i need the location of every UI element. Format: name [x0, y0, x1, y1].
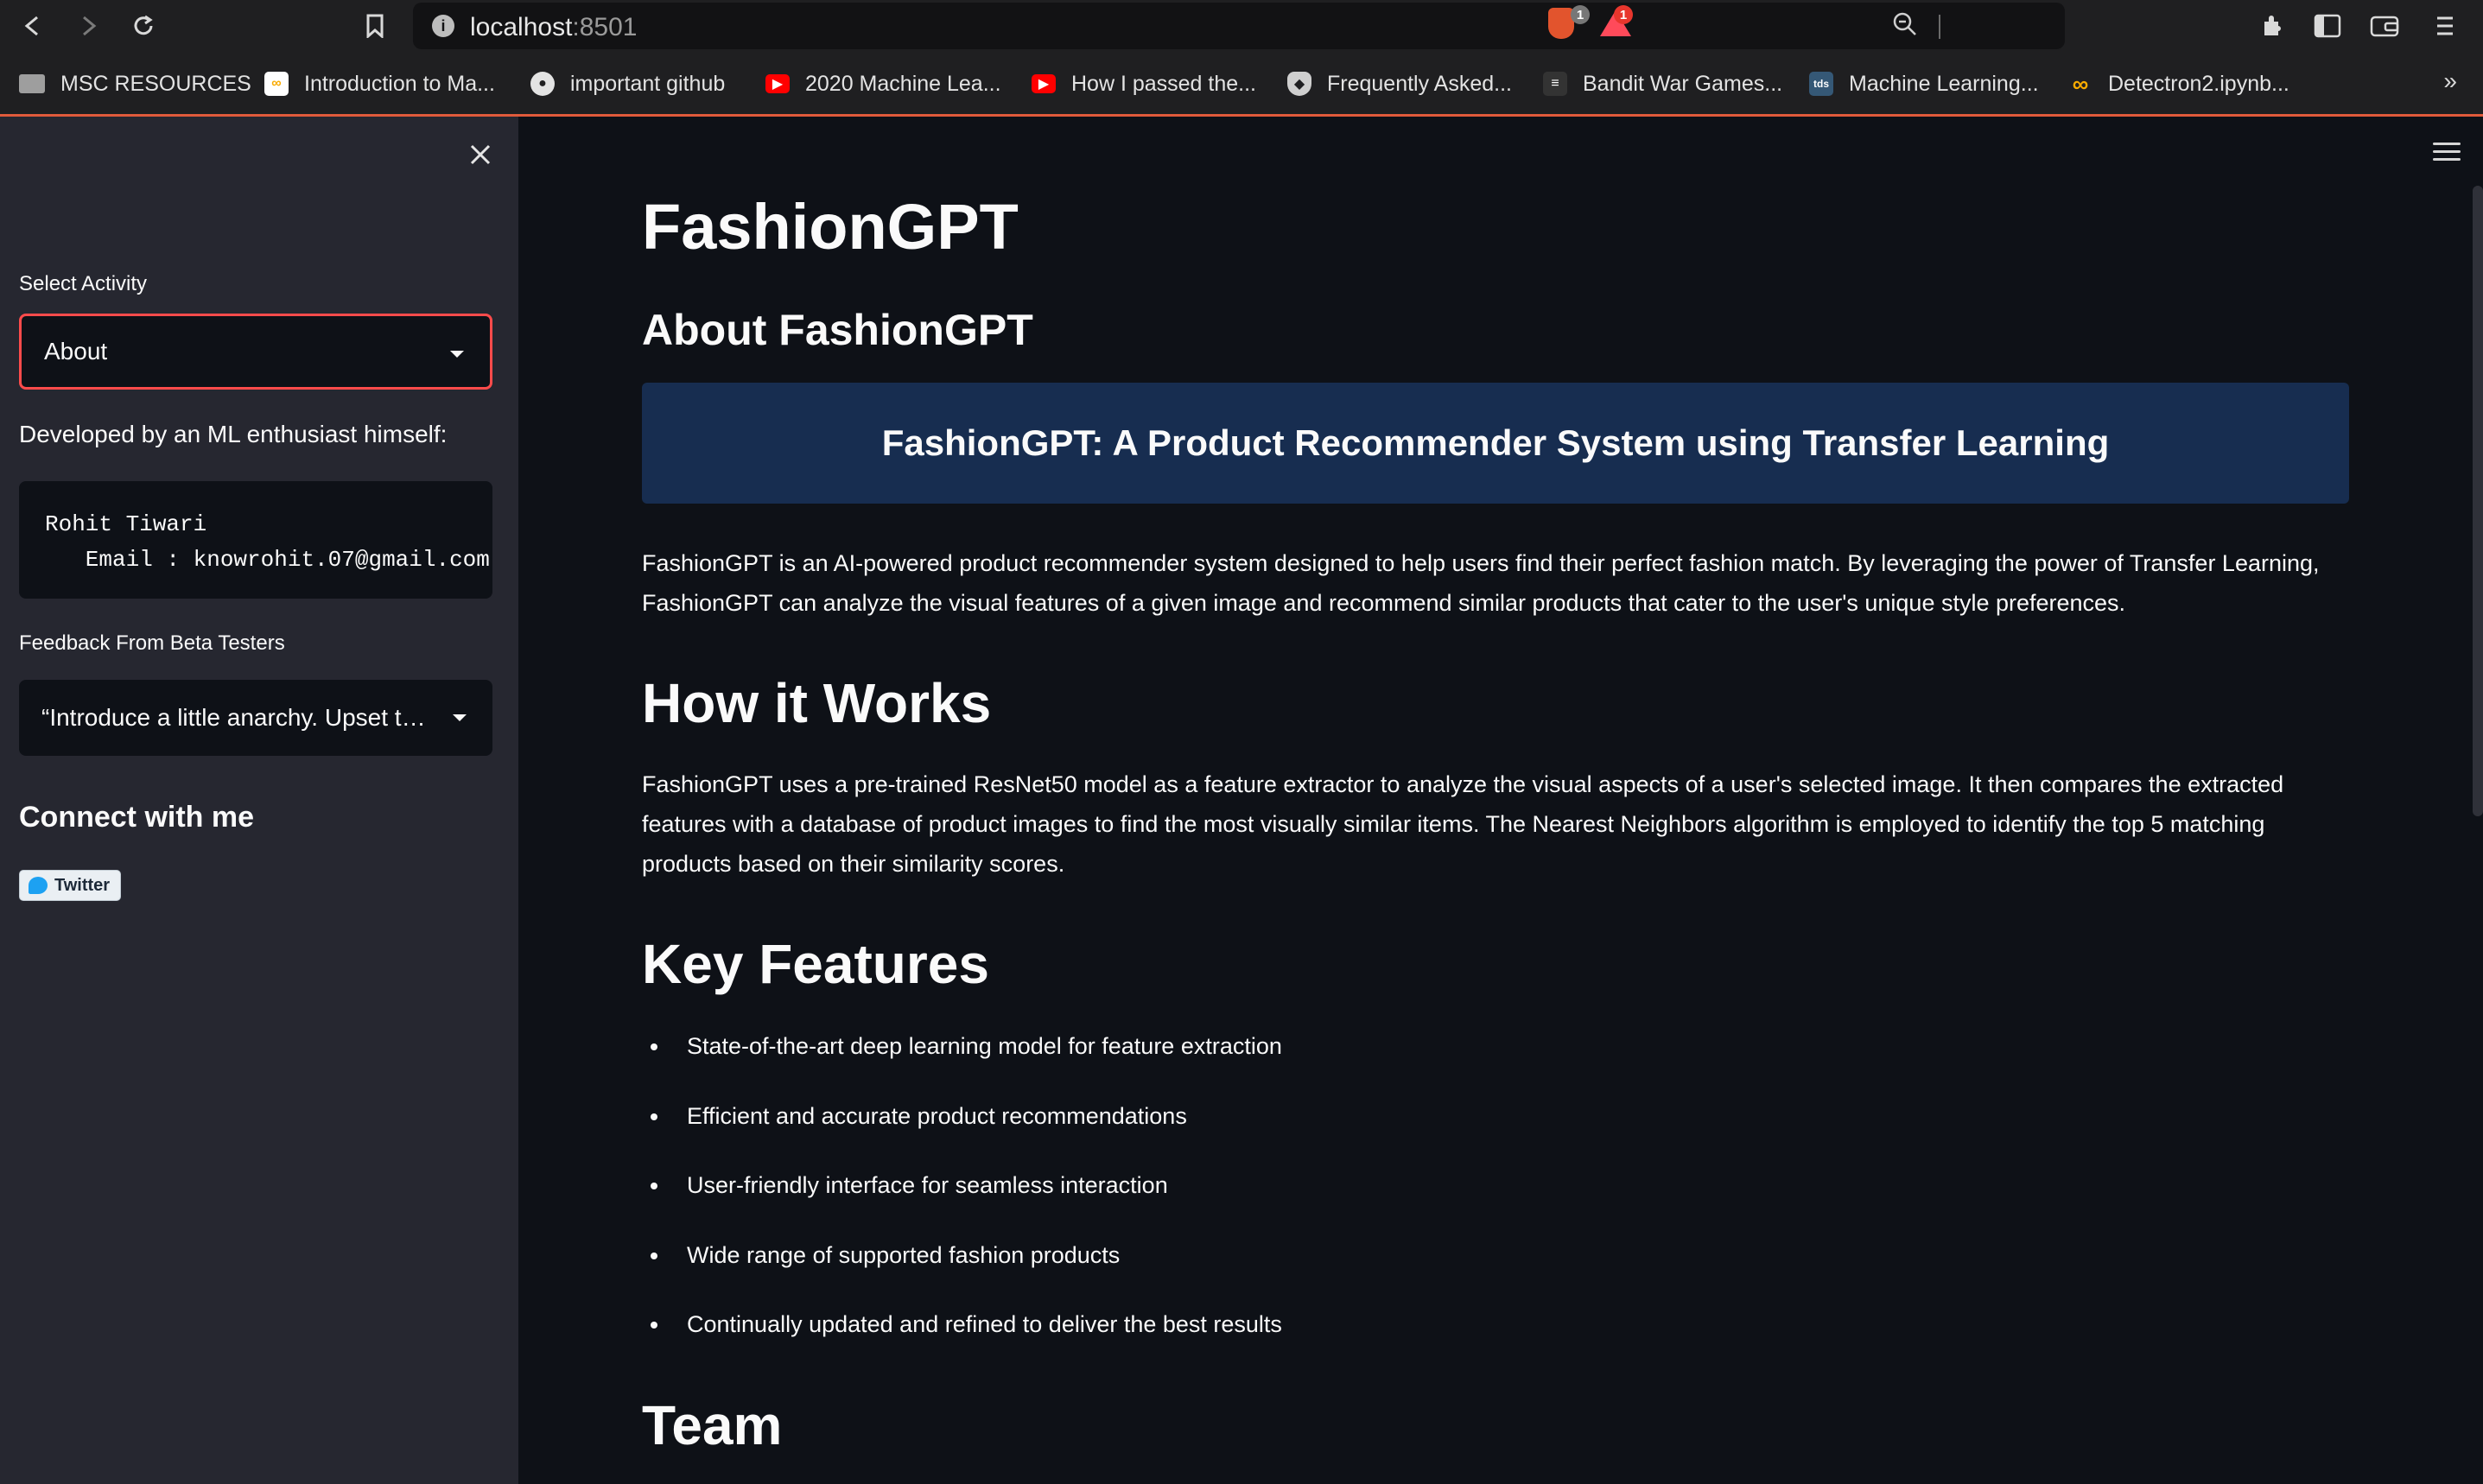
bookmark-label: Introduction to Ma...: [304, 71, 495, 96]
bullet-icon: [651, 1183, 657, 1189]
wallet-icon[interactable]: [2367, 9, 2402, 43]
bookmark-label: Frequently Asked...: [1327, 71, 1513, 96]
feature-text: User-friendly interface for seamless int…: [687, 1172, 1168, 1198]
info-banner: FashionGPT: A Product Recommender System…: [642, 383, 2349, 504]
shields-count-badge: 1: [1571, 5, 1590, 24]
github-icon: ●: [530, 72, 555, 96]
rewards-count-badge: 1: [1614, 5, 1633, 24]
feature-text: Wide range of supported fashion products: [687, 1241, 1121, 1268]
list-item: State-of-the-art deep learning model for…: [642, 1029, 1282, 1099]
list-item: User-friendly interface for seamless int…: [642, 1168, 1282, 1238]
browser-menu-icon[interactable]: [2428, 9, 2462, 43]
bullet-icon: [651, 1113, 657, 1120]
bookmark-label: How I passed the...: [1071, 71, 1257, 96]
activity-select[interactable]: About: [19, 314, 492, 390]
chevron-down-icon: [453, 714, 467, 721]
url-text[interactable]: localhost:8501: [470, 13, 637, 42]
youtube-icon: ▶: [1032, 74, 1056, 93]
bookmark-label: important github: [570, 71, 726, 96]
intro-paragraph: FashionGPT is an AI-powered product reco…: [642, 550, 2320, 616]
scrollbar[interactable]: [2473, 186, 2483, 816]
site-info-icon[interactable]: i: [432, 15, 454, 37]
chevron-down-icon: [450, 351, 464, 358]
twitter-button[interactable]: Twitter: [19, 870, 121, 901]
bookmark-detectron2[interactable]: ∞ Detectron2.ipynb...: [2068, 69, 2289, 98]
address-bar-divider: [1939, 15, 1940, 39]
page-title: FashionGPT: [642, 191, 1019, 263]
browser-toolbar: i localhost:8501 1 1: [0, 0, 2483, 52]
banner-text: FashionGPT: A Product Recommender System…: [881, 422, 2110, 463]
team-heading: Team: [642, 1394, 783, 1456]
bookmark-label: Bandit War Games...: [1583, 71, 1783, 96]
forward-icon[interactable]: [71, 9, 105, 43]
bullet-icon: [651, 1322, 657, 1329]
browser-chrome: i localhost:8501 1 1 MSC RESOURCES ∞ Intr…: [0, 0, 2483, 117]
extensions-icon[interactable]: [2255, 9, 2289, 43]
zoom-icon[interactable]: [1892, 11, 1921, 41]
app-menu-icon[interactable]: [2433, 143, 2461, 163]
bookmark-label: 2020 Machine Lea...: [805, 71, 1001, 96]
folder-icon: [19, 74, 45, 93]
twitter-icon: [29, 877, 48, 894]
bookmark-introduction[interactable]: ∞ Introduction to Ma...: [264, 69, 495, 98]
key-features-heading: Key Features: [642, 933, 989, 995]
colab-icon: ∞: [264, 72, 289, 96]
shield-icon: ◆: [1287, 72, 1311, 96]
overthewire-icon: ≡: [1543, 72, 1567, 96]
feedback-select[interactable]: “Introduce a little anarchy. Upset the e…: [19, 680, 492, 756]
list-item: Wide range of supported fashion products: [642, 1238, 1282, 1308]
sidebar-toggle-icon[interactable]: [2310, 9, 2345, 43]
bookmarks-overflow-icon[interactable]: »: [2443, 67, 2457, 95]
sidebar: Select Activity About Developed by an ML…: [0, 117, 518, 1484]
select-activity-label: Select Activity: [19, 272, 148, 295]
address-bar[interactable]: i localhost:8501: [413, 3, 2065, 49]
how-it-works-heading: How it Works: [642, 672, 992, 734]
connect-heading: Connect with me: [19, 801, 255, 834]
url-host: localhost: [470, 13, 573, 41]
bookmark-bandit-war-games[interactable]: ≡ Bandit War Games...: [1543, 69, 1782, 98]
bookmark-icon[interactable]: [358, 9, 392, 43]
features-list: State-of-the-art deep learning model for…: [642, 1029, 1282, 1377]
url-port: :8501: [572, 13, 638, 41]
back-icon[interactable]: [16, 9, 50, 43]
feedback-select-value: “Introduce a little anarchy. Upset the e…: [41, 704, 439, 731]
bullet-icon: [651, 1252, 657, 1259]
twitter-label: Twitter: [54, 875, 111, 895]
bookmark-frequently-asked[interactable]: ◆ Frequently Asked...: [1287, 69, 1512, 98]
bookmark-label: Machine Learning...: [1849, 71, 2039, 96]
bookmark-label: Detectron2.ipynb...: [2108, 71, 2289, 96]
bookmark-msc-resources[interactable]: MSC RESOURCES: [19, 69, 251, 98]
bookmarks-bar: MSC RESOURCES ∞ Introduction to Ma... ● im…: [0, 62, 2483, 105]
developer-code-block: Rohit Tiwari Email : knowrohit.07@gmail.…: [19, 481, 492, 599]
main-content: FashionGPT About FashionGPT FashionGPT: …: [518, 117, 2483, 1484]
bookmark-label: MSC RESOURCES: [60, 71, 251, 96]
list-item: Continually updated and refined to deliv…: [642, 1307, 1282, 1377]
bookmark-how-i-passed[interactable]: ▶ How I passed the...: [1032, 69, 1256, 98]
list-item: Efficient and accurate product recommend…: [642, 1099, 1282, 1169]
colab-icon: ∞: [2072, 70, 2089, 97]
bookmark-important-github[interactable]: ● important github: [530, 69, 725, 98]
bookmark-machine-learning-2020[interactable]: ▶ 2020 Machine Lea...: [765, 69, 1001, 98]
about-heading: About FashionGPT: [642, 306, 1033, 354]
bookmark-machine-learning[interactable]: tds Machine Learning...: [1809, 69, 2039, 98]
tds-icon: tds: [1809, 72, 1833, 96]
how-it-works-paragraph: FashionGPT uses a pre-trained ResNet50 m…: [642, 771, 2284, 877]
close-sidebar-icon[interactable]: [463, 137, 498, 172]
feature-text: Continually updated and refined to deliv…: [687, 1311, 1282, 1337]
youtube-icon: ▶: [765, 74, 790, 93]
activity-select-value: About: [44, 338, 108, 365]
feature-text: Efficient and accurate product recommend…: [687, 1102, 1187, 1129]
bullet-icon: [651, 1043, 657, 1050]
reload-icon[interactable]: [126, 9, 161, 43]
feedback-label: Feedback From Beta Testers: [19, 631, 285, 655]
feature-text: State-of-the-art deep learning model for…: [687, 1033, 1282, 1059]
developer-label: Developed by an ML enthusiast himself:: [19, 421, 448, 447]
